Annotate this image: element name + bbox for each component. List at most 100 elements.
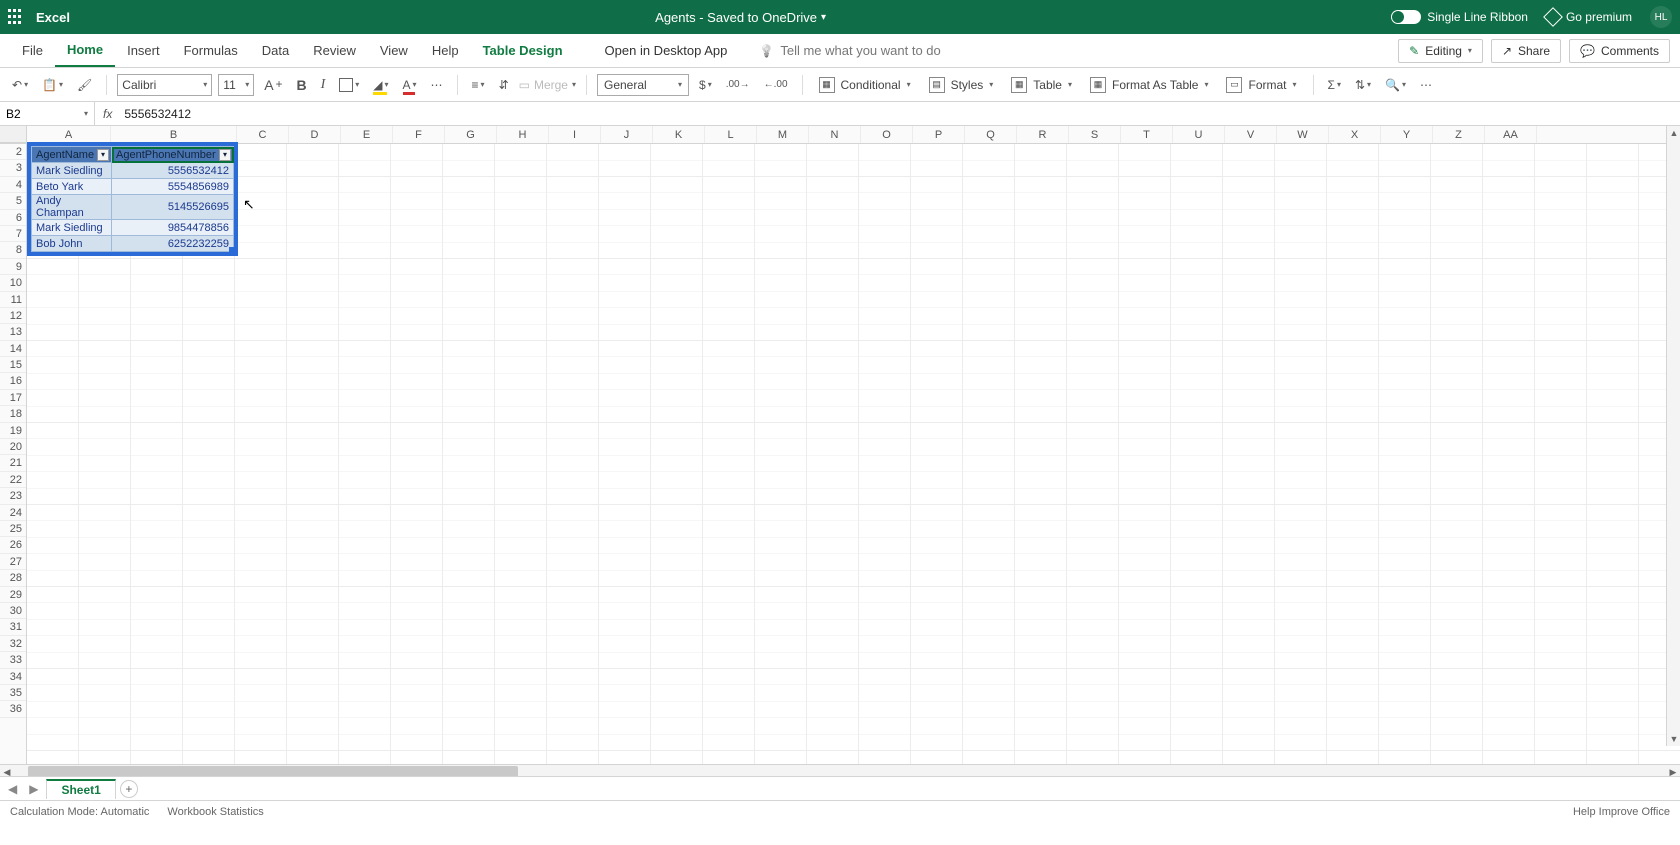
open-in-desktop-button[interactable]: Open in Desktop App xyxy=(593,34,740,67)
cell-agentname[interactable]: Beto Yark xyxy=(32,179,112,195)
row-header[interactable]: 20 xyxy=(0,439,26,455)
decrease-decimal-button[interactable]: ←.00 xyxy=(760,77,792,92)
share-button[interactable]: ↗ Share xyxy=(1491,39,1561,63)
row-header[interactable]: 3 xyxy=(0,160,26,176)
bold-button[interactable]: B xyxy=(292,75,310,95)
row-header[interactable]: 24 xyxy=(0,505,26,521)
borders-button[interactable]: ▾ xyxy=(335,76,363,94)
row-header[interactable]: 17 xyxy=(0,390,26,406)
cell-agentphone[interactable]: 9854478856 xyxy=(112,220,234,236)
column-header[interactable]: F xyxy=(393,126,445,143)
sheet-next-button[interactable]: ▶ xyxy=(25,782,42,796)
comments-button[interactable]: 💬 Comments xyxy=(1569,39,1670,63)
name-box[interactable]: B2 ▾ xyxy=(0,102,95,125)
row-header[interactable]: 31 xyxy=(0,619,26,635)
undo-button[interactable]: ↶▾ xyxy=(8,76,32,94)
row-header[interactable]: 28 xyxy=(0,570,26,586)
column-header[interactable]: I xyxy=(549,126,601,143)
cell-agentphone[interactable]: 6252232259 xyxy=(112,236,234,252)
column-header[interactable]: G xyxy=(445,126,497,143)
help-improve-label[interactable]: Help Improve Office xyxy=(1573,806,1670,818)
formula-bar-input[interactable]: 5556532412 xyxy=(120,107,1680,121)
row-header[interactable]: 21 xyxy=(0,455,26,471)
row-header[interactable]: 7 xyxy=(0,226,26,242)
user-avatar[interactable]: HL xyxy=(1650,6,1672,28)
italic-button[interactable]: I xyxy=(317,75,330,95)
row-header[interactable]: 19 xyxy=(0,423,26,439)
row-header[interactable]: 29 xyxy=(0,587,26,603)
column-header[interactable]: A xyxy=(27,126,111,143)
column-header[interactable]: H xyxy=(497,126,549,143)
increase-decimal-button[interactable]: .00→ xyxy=(722,77,754,92)
column-header[interactable]: U xyxy=(1173,126,1225,143)
row-header[interactable]: 14 xyxy=(0,341,26,357)
column-header[interactable]: Z xyxy=(1433,126,1485,143)
row-header[interactable]: 36 xyxy=(0,701,26,717)
cell-agentname[interactable]: Mark Siedling xyxy=(32,220,112,236)
tab-view[interactable]: View xyxy=(368,34,420,67)
cell-agentname[interactable]: Mark Siedling xyxy=(32,163,112,179)
row-header[interactable]: 30 xyxy=(0,603,26,619)
tab-review[interactable]: Review xyxy=(301,34,368,67)
tell-me-search[interactable]: Tell me what you want to do xyxy=(759,43,940,58)
row-header[interactable]: 18 xyxy=(0,406,26,422)
scroll-down-arrow[interactable]: ▼ xyxy=(1667,732,1680,746)
app-launcher-icon[interactable] xyxy=(8,9,24,25)
row-header[interactable]: 12 xyxy=(0,308,26,324)
column-header[interactable]: J xyxy=(601,126,653,143)
autosum-button[interactable]: Σ▾ xyxy=(1324,76,1345,94)
document-title[interactable]: Agents - Saved to OneDrive ▾ xyxy=(90,10,1391,25)
col-header-agentphone[interactable]: AgentPhoneNumber ▾ xyxy=(112,147,234,163)
row-header[interactable]: 32 xyxy=(0,636,26,652)
table-button[interactable]: ▦Table▾ xyxy=(1005,77,1078,93)
column-header[interactable]: Y xyxy=(1381,126,1433,143)
column-header[interactable]: B xyxy=(111,126,237,143)
row-header[interactable]: 5 xyxy=(0,193,26,209)
fill-color-button[interactable]: ◢▾ xyxy=(369,76,392,94)
column-header[interactable]: V xyxy=(1225,126,1277,143)
row-header[interactable]: 10 xyxy=(0,275,26,291)
sheet-tab-active[interactable]: Sheet1 xyxy=(46,779,115,799)
column-header[interactable]: E xyxy=(341,126,393,143)
workbook-stats-label[interactable]: Workbook Statistics xyxy=(167,806,263,818)
row-header[interactable]: 6 xyxy=(0,210,26,226)
row-header[interactable]: 34 xyxy=(0,669,26,685)
column-header[interactable]: L xyxy=(705,126,757,143)
editing-mode-button[interactable]: ✎ Editing ▾ xyxy=(1398,39,1483,63)
row-header[interactable]: 26 xyxy=(0,537,26,553)
row-header[interactable]: 35 xyxy=(0,685,26,701)
column-header[interactable]: C xyxy=(237,126,289,143)
sort-filter-button[interactable]: ⇅▾ xyxy=(1351,76,1375,94)
font-color-button[interactable]: A▾ xyxy=(399,76,421,94)
table-resize-handle[interactable] xyxy=(229,247,235,253)
alignment-button[interactable]: ≡▾ xyxy=(468,76,489,94)
row-header[interactable]: 33 xyxy=(0,652,26,668)
cell-agentphone[interactable]: 5556532412 xyxy=(112,163,234,179)
column-header[interactable]: M xyxy=(757,126,809,143)
tab-insert[interactable]: Insert xyxy=(115,34,172,67)
column-header[interactable]: D xyxy=(289,126,341,143)
row-header[interactable]: 11 xyxy=(0,292,26,308)
find-button[interactable]: 🔍▾ xyxy=(1381,76,1410,94)
increase-font-button[interactable]: A+ xyxy=(260,75,286,95)
cells-canvas[interactable]: AgentName ▾ AgentPhoneNumber ▾ Mark Sied… xyxy=(27,144,1680,764)
font-name-select[interactable]: Calibri▾ xyxy=(117,74,212,96)
column-header[interactable]: Q xyxy=(965,126,1017,143)
sheet-prev-button[interactable]: ◀ xyxy=(4,782,21,796)
row-header[interactable]: 16 xyxy=(0,373,26,389)
column-header[interactable]: W xyxy=(1277,126,1329,143)
col-header-agentname[interactable]: AgentName ▾ xyxy=(32,147,112,163)
column-header[interactable]: P xyxy=(913,126,965,143)
row-header[interactable]: 22 xyxy=(0,472,26,488)
vertical-scrollbar[interactable]: ▲ ▼ xyxy=(1666,126,1680,746)
row-header[interactable]: 8 xyxy=(0,242,26,258)
row-header[interactable]: 23 xyxy=(0,488,26,504)
format-as-table-button[interactable]: ▦Format As Table▾ xyxy=(1084,77,1215,93)
row-header[interactable]: 2 xyxy=(0,144,26,160)
calc-mode-label[interactable]: Calculation Mode: Automatic xyxy=(10,806,149,818)
cell-agentphone[interactable]: 5145526695 xyxy=(112,195,234,220)
row-header[interactable]: 15 xyxy=(0,357,26,373)
cell-agentname[interactable]: Bob John xyxy=(32,236,112,252)
select-all-corner[interactable] xyxy=(0,126,27,143)
tab-file[interactable]: File xyxy=(10,34,55,67)
